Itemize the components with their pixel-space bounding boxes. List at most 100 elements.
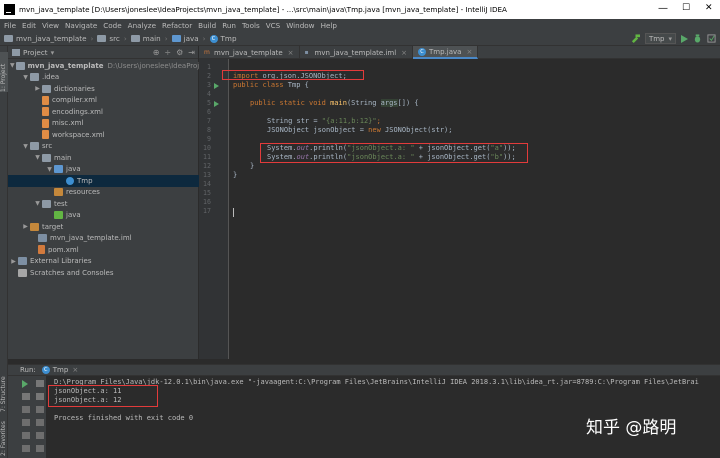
structure-tool-button[interactable]: 7: Structure [0,376,8,412]
tree-item-idea[interactable]: ▼ .idea [8,72,199,84]
minimize-button[interactable]: — [658,3,668,14]
run-tab-tmp[interactable]: C Tmp × [41,366,78,374]
menu-analyze[interactable]: Analyze [128,21,156,30]
locate-icon[interactable]: ⊕ [153,48,160,57]
editor-gutter[interactable]: 1 2 3 4 5 6 7 8 9 10 11 12 13 14 15 16 1… [199,59,229,359]
tree-item-misc-xml[interactable]: misc.xml [8,118,199,130]
tree-item-target[interactable]: ▶ target [8,221,199,233]
tree-item-java-test[interactable]: java [8,210,199,222]
line-number: 11 [203,153,211,161]
breadcrumb-project[interactable]: mvn_java_template › [4,34,93,43]
pause-icon[interactable] [22,406,30,413]
close-icon[interactable]: × [72,366,78,374]
hide-icon[interactable]: ⇥ [188,48,195,57]
code-line-str: String str = "{a:11,b:12}"; [267,117,381,125]
tree-item-encodings-xml[interactable]: encodings.xml [8,106,199,118]
favorites-tool-button[interactable]: 2: Favorites [0,416,8,456]
pin-icon[interactable] [36,432,44,439]
menu-refactor[interactable]: Refactor [162,21,192,30]
tree-item-test[interactable]: ▼ test [8,198,199,210]
menu-view[interactable]: View [42,21,59,30]
tree-item-dictionaries[interactable]: ▶ dictionaries [8,83,199,95]
module-file-icon [38,234,47,243]
menu-window[interactable]: Window [286,21,314,30]
folder-icon [4,35,13,42]
chevron-down-icon[interactable]: ▾ [51,48,55,57]
stop-icon[interactable] [22,393,30,400]
run-configuration-select[interactable]: Tmp ▾ [644,33,676,44]
xml-file-icon [42,118,49,128]
line-number: 1 [207,63,211,71]
tree-item-external-libraries[interactable]: ▶ External Libraries [8,256,199,268]
menu-vcs[interactable]: VCS [266,21,281,30]
menu-navigate[interactable]: Navigate [65,21,97,30]
collapse-icon[interactable]: ÷ [164,48,171,57]
line-number: 15 [203,189,211,197]
menu-help[interactable]: Help [321,21,337,30]
tree-item-tmp-class[interactable]: Tmp [8,175,199,187]
maximize-button[interactable]: ☐ [682,3,690,13]
source-folder-icon [54,165,63,174]
maven-file-icon: m [204,49,210,56]
tree-item-scratches[interactable]: Scratches and Consoles [8,267,199,279]
folder-icon [30,73,39,82]
close-button[interactable]: ✕ [705,3,713,13]
breadcrumb-java[interactable]: java › [171,34,206,43]
close-icon[interactable]: × [288,49,294,57]
tree-item-pom-xml[interactable]: pom.xml [8,244,199,256]
tree-item-main[interactable]: ▼ main [8,152,199,164]
line-number: 13 [203,171,211,179]
print-icon[interactable] [36,419,44,426]
breadcrumb-src[interactable]: src › [97,34,127,43]
code-editor[interactable]: import org.json.JSONObject; public class… [222,59,720,359]
menu-code[interactable]: Code [103,21,121,30]
class-icon: C [209,34,218,43]
tab-tmp-java[interactable]: C Tmp.java × [413,46,479,59]
tree-item-resources[interactable]: resources [8,187,199,199]
run-icon[interactable] [681,34,688,43]
tab-mvn-java-template-iml[interactable]: ▪ mvn_java_template.iml × [300,46,414,59]
down-icon[interactable] [36,393,44,400]
menu-tools[interactable]: Tools [242,21,260,30]
window-title: mvn_java_template [D:\Users\joneslee\Ide… [19,5,507,14]
run-panel-header: Run: C Tmp × [8,364,720,376]
tree-item-project-root[interactable]: ▼ mvn_java_template D:\Users\joneslee\Idea… [8,60,210,72]
class-icon: C [418,47,427,56]
debug-icon[interactable] [693,34,702,43]
gear-icon[interactable]: ⚙ [176,48,183,57]
tree-item-java-main[interactable]: ▼ java [8,164,199,176]
class-icon: C [41,366,50,374]
menu-run[interactable]: Run [222,21,236,30]
coverage-icon[interactable] [707,34,716,43]
menu-file[interactable]: File [4,21,16,30]
close-icon[interactable]: × [466,48,472,56]
folder-icon [97,35,107,42]
camera-icon[interactable] [22,419,30,426]
run-gutter-icon[interactable] [214,101,219,107]
tree-item-src[interactable]: ▼ src [8,141,199,153]
build-hammer-icon[interactable] [631,34,640,43]
breadcrumb-tmp[interactable]: C Tmp [209,34,237,43]
close-icon[interactable]: × [401,49,407,57]
layout-icon[interactable] [22,432,30,439]
project-tool-button[interactable]: 1: Project [0,52,8,92]
exit-icon[interactable] [22,445,30,452]
code-line-class-close: } [233,171,238,179]
wrap-icon[interactable] [36,406,44,413]
test-folder-icon [54,211,63,220]
rerun-icon[interactable] [22,380,28,388]
project-panel-title[interactable]: Project [23,48,48,57]
up-icon[interactable] [36,380,44,387]
tab-mvn-java-template[interactable]: m mvn_java_template × [199,46,300,59]
text-caret [233,208,234,217]
project-icon [12,48,20,56]
menu-edit[interactable]: Edit [22,21,36,30]
trash-icon[interactable] [36,445,44,452]
breadcrumb-main[interactable]: main › [130,34,168,43]
tree-item-compiler-xml[interactable]: compiler.xml [8,95,199,107]
menu-build[interactable]: Build [198,21,216,30]
tree-item-iml[interactable]: mvn_java_template.iml [8,233,199,245]
project-panel-header: Project ▾ ⊕ ÷ ⚙ ⇥ [8,46,198,59]
run-gutter-icon[interactable] [214,83,219,89]
tree-item-workspace-xml[interactable]: workspace.xml [8,129,199,141]
